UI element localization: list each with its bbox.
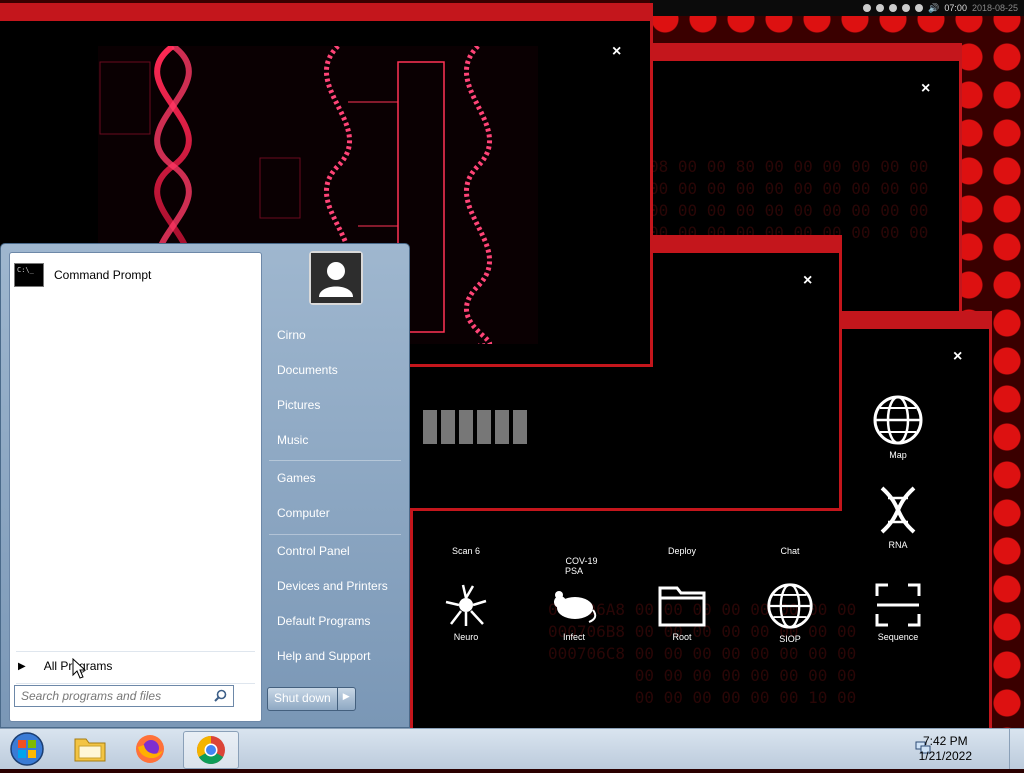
triangle-right-icon: ▶	[18, 660, 26, 672]
start-item-computer[interactable]: Computer	[277, 506, 330, 520]
shutdown-button-group: Shut down ▶	[267, 687, 356, 711]
app-scan-6[interactable]: Scan 6	[426, 546, 506, 556]
show-desktop-button[interactable]	[1009, 729, 1024, 769]
app-label: Map	[889, 450, 907, 460]
progress-block	[459, 410, 473, 444]
status-icon-3	[889, 4, 898, 12]
app-label: RNA	[888, 540, 908, 550]
mouse-icon	[554, 591, 597, 623]
taskbar-chrome[interactable]	[183, 731, 239, 769]
app-rna[interactable]: RNA	[858, 484, 938, 550]
status-icon-5	[915, 4, 924, 12]
program-label: Command Prompt	[54, 268, 152, 282]
app-sequence[interactable]: Sequence	[858, 582, 938, 642]
windows-orb-icon	[10, 732, 44, 766]
start-menu: C:\_ Command Prompt ▶ All Programs Searc…	[0, 243, 410, 728]
dna-icon	[880, 486, 916, 534]
app-neuro[interactable]: Neuro	[426, 582, 506, 642]
scan-frame-icon	[875, 583, 921, 627]
app-label: Root	[672, 632, 692, 642]
volume-icon: 🔊	[928, 2, 940, 13]
firefox-icon	[136, 735, 164, 763]
progress-block	[423, 410, 437, 444]
app-label: Scan 6	[451, 546, 481, 556]
start-item-pictures[interactable]: Pictures	[277, 398, 320, 412]
app-chat[interactable]: Chat	[750, 546, 830, 556]
globe-icon	[767, 583, 813, 629]
taskbar-file-explorer[interactable]	[63, 731, 117, 767]
start-item-devices-printers[interactable]: Devices and Printers	[277, 579, 388, 593]
globe-icon	[873, 395, 923, 445]
app-label: Chat	[780, 546, 800, 556]
folder-icon	[658, 586, 706, 627]
start-item-user[interactable]: Cirno	[277, 328, 306, 342]
app-label: Sequence	[877, 632, 919, 642]
status-date: 2018-08-25	[971, 3, 1018, 13]
program-command-prompt[interactable]: C:\_ Command Prompt	[14, 261, 254, 289]
app-label: Infect	[562, 632, 585, 642]
user-avatar[interactable]	[309, 251, 363, 305]
progress-block	[495, 410, 509, 444]
chrome-icon	[197, 736, 225, 764]
start-item-default-programs[interactable]: Default Programs	[277, 614, 370, 628]
start-item-help-support[interactable]: Help and Support	[277, 649, 370, 663]
start-item-music[interactable]: Music	[277, 433, 308, 447]
taskbar-clock[interactable]: 7:42 PM 1/21/2022	[919, 734, 972, 764]
hex-window-titlebar[interactable]	[640, 43, 962, 61]
loading-progress	[423, 410, 527, 444]
app-label: Deploy	[667, 546, 696, 556]
progress-block	[513, 410, 527, 444]
shutdown-button[interactable]: Shut down	[268, 688, 337, 710]
progress-block	[441, 410, 455, 444]
status-icon-4	[902, 4, 911, 12]
user-icon	[311, 253, 361, 303]
separator	[16, 651, 255, 652]
close-icon[interactable]: ×	[953, 348, 962, 366]
close-icon[interactable]: ×	[612, 43, 621, 61]
start-menu-programs-pane: C:\_ Command Prompt ▶ All Programs	[9, 252, 262, 722]
file-explorer-icon	[74, 738, 106, 762]
search-input[interactable]: Search programs and files	[14, 685, 234, 707]
app-label: Neuro	[453, 632, 479, 642]
app-label: SIOP	[779, 634, 801, 644]
search-icon	[214, 689, 227, 702]
all-programs-button[interactable]: ▶ All Programs	[18, 659, 112, 673]
close-icon[interactable]: ×	[921, 80, 930, 98]
app-siop[interactable]: SIOP	[750, 582, 830, 644]
start-item-games[interactable]: Games	[277, 471, 316, 485]
app-root[interactable]: Root	[642, 582, 722, 642]
separator	[16, 683, 255, 684]
start-item-documents[interactable]: Documents	[277, 363, 338, 377]
status-clock: 07:00	[944, 3, 967, 13]
command-prompt-icon: C:\_	[14, 263, 44, 287]
app-cov19-psa[interactable]: COV-19 PSA	[534, 546, 614, 586]
app-map[interactable]: Map	[858, 394, 938, 460]
taskbar: 7:42 PM 1/21/2022	[0, 728, 1024, 769]
mouse-cursor-icon	[72, 658, 87, 679]
clock-date: 1/21/2022	[918, 749, 972, 763]
shutdown-options-arrow-icon[interactable]: ▶	[336, 688, 355, 710]
separator	[269, 534, 401, 535]
dna-window-titlebar[interactable]	[0, 3, 653, 21]
close-icon[interactable]: ×	[803, 272, 812, 290]
separator	[269, 460, 401, 461]
search-placeholder: Search programs and files	[21, 689, 162, 703]
app-label: COV-19 PSA	[564, 556, 598, 576]
neuron-icon	[445, 584, 487, 626]
system-status-bar: 🔊 07:00 2018-08-25	[650, 0, 1024, 16]
clock-time: 7:42 PM	[922, 734, 968, 748]
progress-block	[477, 410, 491, 444]
start-item-control-panel[interactable]: Control Panel	[277, 544, 350, 558]
start-button[interactable]	[2, 731, 52, 767]
app-infect[interactable]: Infect	[534, 582, 614, 642]
app-deploy[interactable]: Deploy	[642, 546, 722, 556]
status-icon-2	[876, 4, 885, 12]
status-icon-1	[863, 4, 872, 12]
taskbar-firefox[interactable]	[123, 731, 177, 767]
